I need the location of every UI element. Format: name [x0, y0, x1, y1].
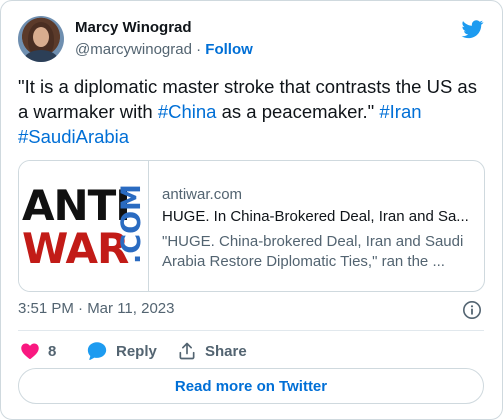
- link-domain: antiwar.com: [162, 186, 243, 203]
- author-handle[interactable]: @marcywinograd: [75, 41, 192, 58]
- read-more-button[interactable]: Read more on Twitter: [18, 368, 484, 404]
- reply-button[interactable]: Reply: [86, 340, 157, 362]
- author-handle-row: @marcywinograd · Follow: [75, 41, 253, 58]
- follow-button[interactable]: Follow: [205, 41, 253, 58]
- handle-separator: ·: [196, 41, 202, 58]
- tweet-text: "It is a diplomatic master stroke that c…: [18, 74, 488, 149]
- like-count: 8: [48, 342, 57, 360]
- link-description: "HUGE. China-brokered Deal, Iran and Sau…: [162, 233, 464, 270]
- hashtag-link[interactable]: #Iran: [379, 101, 421, 122]
- tweet-embed-card: Marcy Winograd @marcywinograd · Follow "…: [0, 0, 503, 420]
- reply-label: Reply: [116, 342, 157, 360]
- link-preview-card[interactable]: ANTI WAR .COM antiwar.com HUGE. In China…: [18, 160, 485, 292]
- author-avatar[interactable]: [18, 16, 64, 62]
- logo-anti: ANTI: [22, 181, 131, 230]
- hashtag-link[interactable]: #SaudiArabia: [18, 126, 129, 147]
- logo-com: .COM: [116, 184, 147, 264]
- tweet-text-segment: as a peacemaker.": [216, 101, 380, 122]
- like-button[interactable]: 8: [20, 340, 56, 362]
- info-icon[interactable]: [462, 300, 482, 320]
- twitter-bird-icon[interactable]: [460, 18, 485, 40]
- share-label: Share: [205, 342, 247, 360]
- logo-war: WAR: [22, 224, 129, 273]
- share-button[interactable]: Share: [177, 340, 247, 362]
- divider: [18, 330, 484, 331]
- tweet-timestamp[interactable]: 3:51 PM · Mar 11, 2023: [18, 300, 174, 317]
- antiwar-logo: ANTI WAR .COM: [19, 161, 149, 291]
- share-upload-icon: [179, 342, 195, 360]
- author-name[interactable]: Marcy Winograd: [75, 19, 192, 36]
- heart-icon: [21, 343, 39, 359]
- speech-bubble-icon: [87, 342, 107, 361]
- link-title: HUGE. In China-Brokered Deal, Iran and S…: [162, 208, 469, 225]
- hashtag-link[interactable]: #China: [158, 101, 217, 122]
